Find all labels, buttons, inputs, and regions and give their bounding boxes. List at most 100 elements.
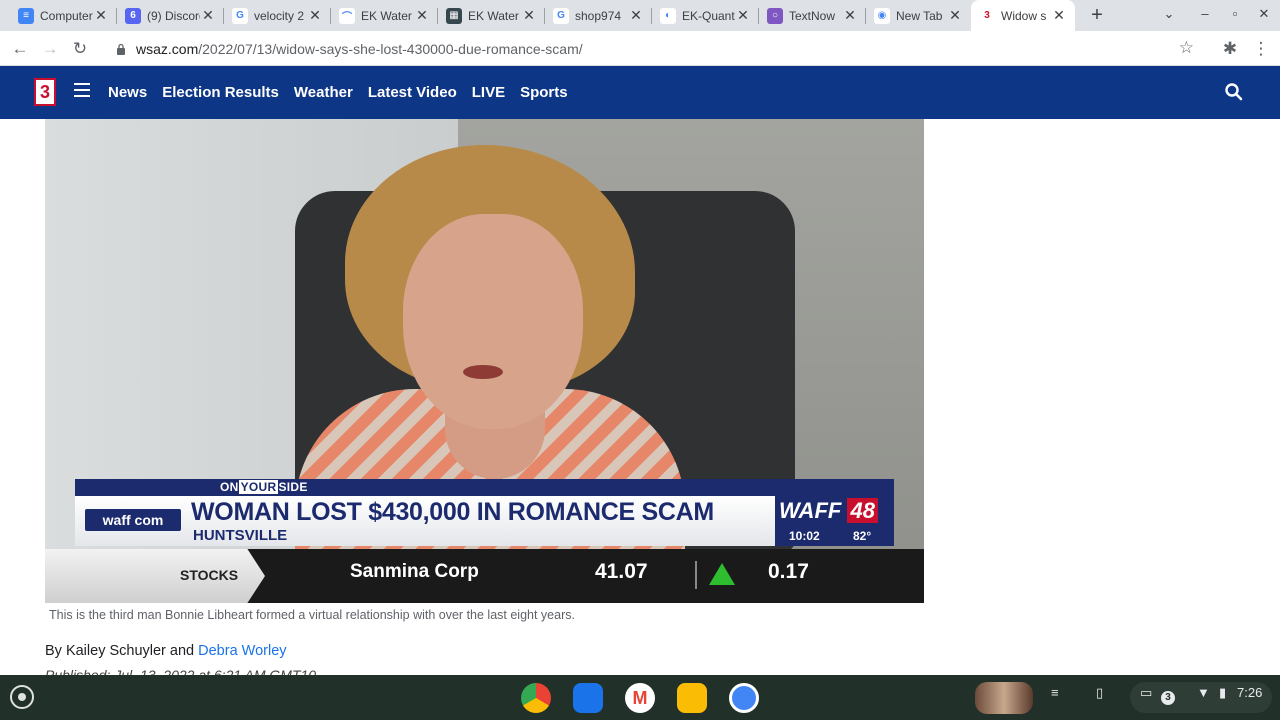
wifi-icon: ▼ [1197, 685, 1210, 700]
menu-icon[interactable]: ⋮ [1250, 38, 1272, 60]
ticker-change: 0.17 [768, 560, 809, 583]
tab-close-icon[interactable]: ✕ [842, 7, 858, 24]
author-link[interactable]: Debra Worley [198, 643, 286, 659]
chrome-icon[interactable] [521, 683, 551, 713]
station-number: 48 [847, 498, 878, 523]
up-arrow-icon [709, 563, 735, 585]
nav-news[interactable]: News [108, 84, 147, 101]
battery-icon: ▮ [1219, 685, 1227, 700]
ticker-company: Sanmina Corp [350, 561, 479, 582]
address-bar[interactable]: wsaz.com/2022/07/13/widow-says-she-lost-… [104, 34, 1210, 63]
browser-tab[interactable]: ≡ Computer ✕ [10, 0, 117, 31]
lower-third: waff com WOMAN LOST $430,000 IN ROMANCE … [75, 496, 894, 546]
tab-favicon-icon: G [553, 7, 569, 24]
broadcast-temp: 82° [853, 529, 872, 543]
tab-title: shop974 [575, 8, 622, 23]
tab-title: New Tab [896, 8, 943, 23]
tab-close-icon[interactable]: ✕ [307, 7, 323, 24]
byline: By Kailey Schuyler and Debra Worley [45, 643, 287, 659]
tab-favicon-icon: ◐ [660, 7, 676, 24]
tab-search-icon[interactable]: ⌄ [1159, 6, 1179, 22]
on-your-side-bar: ON YOUR SIDE [75, 479, 894, 496]
ticker-price: 41.07 [595, 560, 648, 583]
bookmark-star-icon[interactable]: ☆ [1179, 38, 1194, 58]
tab-title: Widow s [1001, 8, 1047, 23]
extensions-icon[interactable]: ✱ [1219, 38, 1241, 60]
tab-favicon-icon: ▦ [446, 7, 462, 24]
tab-close-icon[interactable]: ✕ [414, 7, 430, 24]
nav-sports[interactable]: Sports [520, 84, 568, 101]
tab-favicon-icon: ◉ [874, 7, 890, 24]
tab-close-icon[interactable]: ✕ [628, 7, 644, 24]
tab-favicon-icon: ⌒ [339, 7, 355, 24]
tab-title: (9) Discord [147, 8, 200, 23]
launcher-icon[interactable] [10, 685, 34, 709]
site-header: 3 News Election Results Weather Latest V… [0, 66, 1280, 119]
browser-tab[interactable]: 6 (9) Discord ✕ [117, 0, 224, 31]
back-icon[interactable]: ← [9, 38, 31, 60]
tab-favicon-icon: G [232, 7, 248, 24]
browser-toolbar: ← → ↻ wsaz.com/2022/07/13/widow-says-she… [0, 31, 1280, 66]
meet-icon[interactable] [677, 683, 707, 713]
browser-tab[interactable]: Gshop974 ✕ [545, 0, 652, 31]
stocks-label: STOCKS [180, 567, 239, 583]
browser-tab[interactable]: ◉ New Tab ✕ [866, 0, 971, 31]
notification-count[interactable]: 3 [1161, 691, 1175, 705]
tab-title: velocity 2 [254, 8, 305, 23]
nav-latest-video[interactable]: Latest Video [368, 84, 457, 101]
screen-capture-icon[interactable] [729, 683, 759, 713]
tab-favicon-icon: ○ [767, 7, 783, 24]
tab-close-icon[interactable]: ✕ [93, 7, 109, 24]
byline-prefix: By Kailey Schuyler and [45, 643, 199, 659]
gmail-icon[interactable]: M [625, 683, 655, 713]
hero-video-frame[interactable]: ON YOUR SIDE waff com WOMAN LOST $430,000 … [45, 119, 924, 603]
holding-space-thumbnail[interactable] [975, 682, 1033, 714]
url-path: /2022/07/13/widow-says-she-lost-430000-d… [198, 40, 583, 57]
hamburger-menu-icon[interactable] [74, 83, 90, 97]
tab-close-icon[interactable]: ✕ [735, 7, 751, 24]
browser-tab[interactable]: ○ TextNow ✕ [759, 0, 866, 31]
screen-icon: ▭ [1140, 685, 1153, 700]
tab-title: EK-Quantum [682, 8, 735, 23]
files-icon[interactable] [573, 683, 603, 713]
os-shelf: M ≡ ▯ ▭ 3 ▼ ▮ 7:26 [0, 675, 1280, 720]
stock-ticker: STOCKS Sanmina Corp 41.07 0.17 [45, 549, 924, 603]
tab-strip: ≡ Computer ✕ 6 (9) Discord ✕ Gvelocity 2 ✕ ⌒ EK W… [0, 0, 1280, 31]
browser-tab[interactable]: ◐ EK-Quantum✕ [652, 0, 759, 31]
url-text: wsaz.com/2022/07/13/widow-says-she-lost-… [136, 41, 583, 57]
site-logo[interactable]: 3 [34, 78, 56, 106]
search-icon[interactable] [1224, 82, 1244, 102]
face-shape [403, 214, 583, 429]
playlist-icon[interactable]: ≡ [1051, 685, 1059, 700]
site-nav: News Election Results Weather Latest Vid… [108, 66, 583, 119]
nav-weather[interactable]: Weather [294, 84, 353, 101]
forward-icon[interactable]: → [39, 38, 61, 60]
tab-close-icon[interactable]: ✕ [1051, 7, 1067, 24]
tab-close-icon[interactable]: ✕ [200, 7, 216, 24]
system-clock: 7:26 [1237, 685, 1263, 700]
tab-close-icon[interactable]: ✕ [947, 7, 963, 24]
maximize-icon[interactable]: ▫ [1225, 6, 1245, 21]
tab-title: EK Water [361, 8, 412, 23]
tab-close-icon[interactable]: ✕ [521, 7, 537, 24]
nav-live[interactable]: LIVE [472, 84, 505, 101]
reload-icon[interactable]: ↻ [69, 38, 91, 60]
new-tab-button[interactable]: + [1086, 4, 1108, 26]
minimize-icon[interactable]: – [1195, 6, 1215, 21]
browser-tab[interactable]: 3 Widow s ✕ [971, 0, 1075, 31]
browser-tab[interactable]: ⌒ EK Water ✕ [331, 0, 438, 31]
video-headline: WOMAN LOST $430,000 IN ROMANCE SCAM [191, 498, 714, 526]
phone-hub-icon[interactable]: ▯ [1096, 685, 1103, 701]
tab-favicon-icon: 6 [125, 7, 141, 24]
nav-election-results[interactable]: Election Results [162, 84, 279, 101]
browser-tab[interactable]: Gvelocity 2 ✕ [224, 0, 331, 31]
close-window-icon[interactable]: ✕ [1254, 6, 1274, 22]
tab-favicon-icon: ≡ [18, 7, 34, 24]
broadcast-time: 10:02 [789, 529, 820, 543]
published-date: Published: Jul. 13, 2022 at 6:21 AM GMT1… [45, 667, 317, 675]
url-domain: wsaz.com [136, 40, 199, 57]
tab-title: EK Water [468, 8, 519, 23]
image-caption: This is the third man Bonnie Libheart fo… [49, 608, 575, 622]
waff-com-badge: waff com [85, 509, 181, 531]
browser-tab[interactable]: ▦ EK Water ✕ [438, 0, 545, 31]
